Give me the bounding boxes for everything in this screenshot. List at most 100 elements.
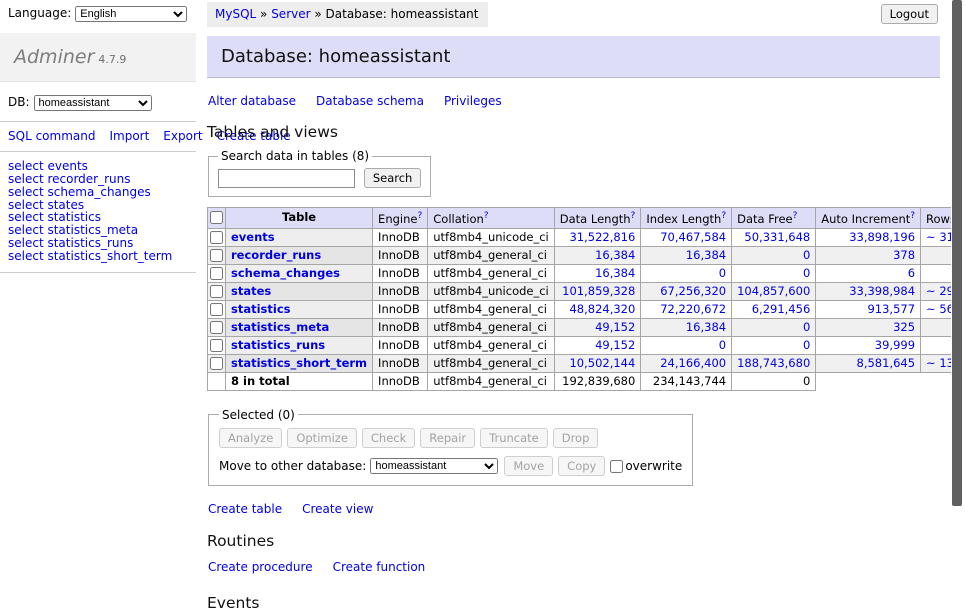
truncate-button[interactable]: Truncate <box>480 428 548 448</box>
breadcrumb-link-server[interactable]: Server <box>271 7 310 21</box>
copy-button[interactable]: Copy <box>558 456 605 476</box>
sidebar-select-statistics-runs[interactable]: select statistics_runs <box>8 237 188 250</box>
search-button[interactable]: Search <box>364 168 422 188</box>
sidebar-action-import[interactable]: Import <box>109 129 149 143</box>
data-length-link[interactable]: 16,384 <box>595 248 635 262</box>
breadcrumb-separator: » <box>311 7 326 21</box>
sidebar-select-statistics-short-term[interactable]: select statistics_short_term <box>8 250 188 263</box>
sidebar-action-sql-command[interactable]: SQL command <box>8 129 95 143</box>
database-schema-link[interactable]: Database schema <box>316 94 424 108</box>
move-button[interactable]: Move <box>504 456 553 476</box>
create-procedure-link[interactable]: Create procedure <box>208 560 313 574</box>
privileges-link[interactable]: Privileges <box>444 94 502 108</box>
language-select[interactable]: English <box>75 6 187 22</box>
table-link-statistics-runs[interactable]: statistics_runs <box>231 338 325 352</box>
data-free-link[interactable]: 6,291,456 <box>752 302 811 316</box>
search-input[interactable] <box>218 169 355 188</box>
index-length-link[interactable]: 0 <box>719 266 726 280</box>
analyze-button[interactable]: Analyze <box>219 428 282 448</box>
data-length-link[interactable]: 49,152 <box>595 320 635 334</box>
table-link-events[interactable]: events <box>231 230 275 244</box>
check-button[interactable]: Check <box>362 428 415 448</box>
repair-button[interactable]: Repair <box>420 428 475 448</box>
data-length-link[interactable]: 31,522,816 <box>569 230 635 244</box>
table-row: statistics_metaInnoDButf8mb4_general_ci4… <box>208 318 966 336</box>
column-help-link[interactable]: ? <box>484 211 489 221</box>
auto-increment-link[interactable]: 8,581,645 <box>857 356 916 370</box>
data-free-link[interactable]: 0 <box>803 248 810 262</box>
create-view-link[interactable]: Create view <box>302 502 373 516</box>
row-checkbox[interactable] <box>210 357 223 370</box>
table-row: statisticsInnoDButf8mb4_general_ci48,824… <box>208 300 966 318</box>
app-logo-link[interactable]: Adminer <box>14 46 94 68</box>
table-link-statistics[interactable]: statistics <box>231 302 291 316</box>
row-checkbox[interactable] <box>210 321 223 334</box>
column-help-link[interactable]: ? <box>721 211 726 221</box>
column-help-link[interactable]: ? <box>793 211 798 221</box>
auto-increment-link[interactable]: 6 <box>908 266 915 280</box>
column-help-link[interactable]: ? <box>631 211 636 221</box>
auto-increment-link[interactable]: 913,577 <box>867 302 915 316</box>
row-checkbox[interactable] <box>210 303 223 316</box>
auto-increment-link[interactable]: 33,398,984 <box>849 284 915 298</box>
index-length-link[interactable]: 16,384 <box>686 248 726 262</box>
auto-increment-link[interactable]: 33,898,196 <box>849 230 915 244</box>
row-checkbox[interactable] <box>210 339 223 352</box>
index-length-link[interactable]: 72,220,672 <box>660 302 726 316</box>
row-checkbox[interactable] <box>210 267 223 280</box>
routines-heading: Routines <box>207 532 940 550</box>
data-length-cell: 31,522,816 <box>554 228 641 246</box>
data-free-link[interactable]: 0 <box>803 266 810 280</box>
data-free-link[interactable]: 50,331,648 <box>744 230 810 244</box>
index-length-link[interactable]: 67,256,320 <box>660 284 726 298</box>
logout-button[interactable]: Logout <box>881 4 938 24</box>
index-length-link[interactable]: 0 <box>719 338 726 352</box>
auto-increment-link[interactable]: 39,999 <box>875 338 915 352</box>
table-name-cell: states <box>226 282 373 300</box>
table-total-row: 8 in totalInnoDButf8mb4_general_ci192,83… <box>208 372 966 390</box>
select-all-checkbox[interactable] <box>210 211 223 224</box>
sidebar-action-export[interactable]: Export <box>163 129 202 143</box>
data-length-link[interactable]: 16,384 <box>595 266 635 280</box>
breadcrumb-link-mysql[interactable]: MySQL <box>215 7 256 21</box>
auto-increment-link[interactable]: 378 <box>893 248 915 262</box>
data-length-link[interactable]: 49,152 <box>595 338 635 352</box>
sidebar-select-schema-changes[interactable]: select schema_changes <box>8 186 188 199</box>
table-link-statistics-short-term[interactable]: statistics_short_term <box>231 356 367 370</box>
optimize-button[interactable]: Optimize <box>287 428 357 448</box>
scrollbar-thumb[interactable] <box>952 0 962 506</box>
index-length-link[interactable]: 24,166,400 <box>660 356 726 370</box>
data-free-link[interactable]: 104,857,600 <box>737 284 810 298</box>
table-link-schema-changes[interactable]: schema_changes <box>231 266 340 280</box>
data-free-link[interactable]: 0 <box>803 320 810 334</box>
auto-increment-link[interactable]: 325 <box>893 320 915 334</box>
row-checkbox-cell <box>208 246 226 264</box>
create-table-link[interactable]: Create table <box>208 502 282 516</box>
data-length-link[interactable]: 48,824,320 <box>569 302 635 316</box>
data-free-link[interactable]: 188,743,680 <box>737 356 810 370</box>
drop-button[interactable]: Drop <box>553 428 599 448</box>
row-checkbox[interactable] <box>210 285 223 298</box>
db-select[interactable]: homeassistant <box>34 95 152 111</box>
column-help-link[interactable]: ? <box>910 211 915 221</box>
data-free-link[interactable]: 0 <box>803 338 810 352</box>
data-free-cell: 0 <box>732 318 816 336</box>
create-function-link[interactable]: Create function <box>333 560 426 574</box>
index-length-link[interactable]: 16,384 <box>686 320 726 334</box>
overwrite-checkbox[interactable] <box>610 460 623 473</box>
data-length-link[interactable]: 10,502,144 <box>569 356 635 370</box>
table-link-states[interactable]: states <box>231 284 271 298</box>
data-length-link[interactable]: 101,859,328 <box>562 284 635 298</box>
move-db-select[interactable]: homeassistant <box>370 458 498 474</box>
alter-database-link[interactable]: Alter database <box>208 94 296 108</box>
table-name-cell: statistics_meta <box>226 318 373 336</box>
index-length-link[interactable]: 70,467,584 <box>660 230 726 244</box>
table-link-recorder-runs[interactable]: recorder_runs <box>231 248 321 262</box>
table-link-statistics-meta[interactable]: statistics_meta <box>231 320 329 334</box>
data-free-cell: 0 <box>732 336 816 354</box>
index-length-cell: 24,166,400 <box>641 354 732 372</box>
column-help-link[interactable]: ? <box>417 211 422 221</box>
sidebar-select-recorder-runs[interactable]: select recorder_runs <box>8 173 188 186</box>
row-checkbox[interactable] <box>210 231 223 244</box>
row-checkbox[interactable] <box>210 249 223 262</box>
